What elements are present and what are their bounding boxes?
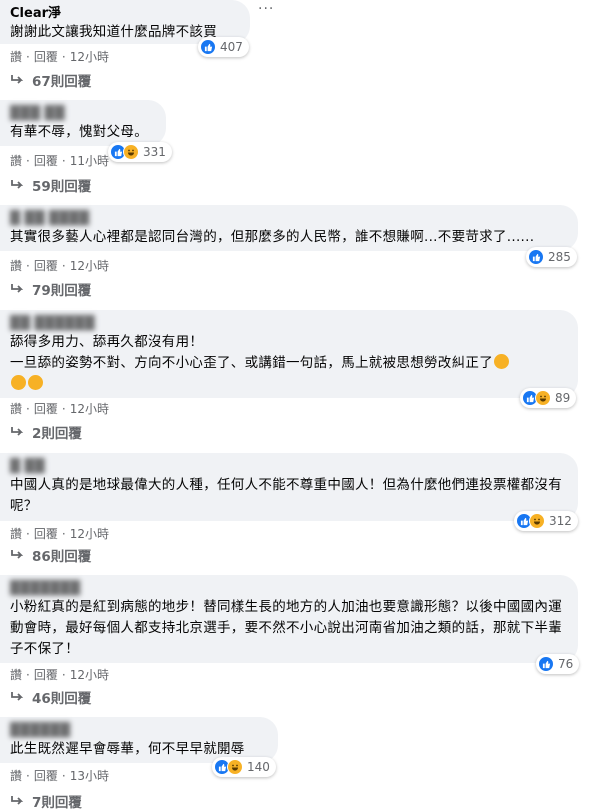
comment-text: 中國人真的是地球最偉大的人種，任何人不能不尊重中國人！但為什麼他們連投票權都沒有… [10, 477, 562, 514]
replies-count: 7則回覆 [32, 795, 82, 811]
comment-author[interactable]: Clear淨 [10, 6, 238, 22]
replies-count: 2則回覆 [32, 426, 82, 442]
replies-count: 86則回覆 [32, 549, 92, 565]
timestamp[interactable]: 12小時 [70, 668, 109, 682]
view-replies-button[interactable]: 86則回覆 [10, 545, 91, 565]
like-icon [528, 249, 544, 265]
comment-author[interactable]: ███████ [10, 581, 566, 597]
reaction-count: 140 [247, 760, 270, 774]
reply-button[interactable]: 回覆 [34, 402, 58, 416]
timestamp[interactable]: 12小時 [70, 259, 109, 273]
timestamp[interactable]: 11小時 [70, 154, 109, 168]
reaction-count: 331 [143, 145, 166, 159]
laugh-emoji-icon [28, 375, 43, 390]
view-replies-button[interactable]: 46則回覆 [10, 687, 91, 707]
like-button[interactable]: 讚 [10, 402, 22, 416]
like-icon [200, 39, 216, 55]
comment-actions: 讚 · 回覆 · 12小時 [10, 50, 109, 64]
reaction-summary[interactable]: 140 [212, 757, 276, 777]
reaction-summary[interactable]: 285 [526, 247, 577, 267]
comment-text: 小粉紅真的是紅到病態的地步！替同樣生長的地方的人加油也要意識形態？以後中國國內運… [10, 599, 562, 657]
replies-count: 79則回覆 [32, 283, 92, 299]
reply-arrow-icon [10, 74, 24, 86]
reaction-summary[interactable]: 331 [108, 142, 172, 162]
view-replies-button[interactable]: 7則回覆 [10, 791, 82, 811]
replies-count: 59則回覆 [32, 179, 92, 195]
replies-count: 67則回覆 [32, 74, 92, 90]
laugh-emoji-icon [11, 375, 26, 390]
reaction-count: 407 [220, 40, 243, 54]
like-button[interactable]: 讚 [10, 769, 22, 783]
comment-author[interactable]: ██████ [10, 723, 266, 739]
reaction-summary[interactable]: 407 [198, 37, 249, 57]
reply-button[interactable]: 回覆 [34, 154, 58, 168]
reaction-count: 312 [549, 514, 572, 528]
more-options-icon[interactable]: ··· [258, 2, 274, 16]
reaction-count: 89 [555, 391, 571, 405]
comment-author[interactable]: ██ ██████ [10, 316, 566, 332]
comment-text: 舔得多用力、舔再久都沒有用！ 一旦舔的姿勢不對、方向不小心歪了、或講錯一句話，馬上… [10, 332, 566, 395]
reaction-summary[interactable]: 312 [514, 511, 578, 531]
reply-button[interactable]: 回覆 [34, 668, 58, 682]
grin-emoji-icon [494, 354, 509, 369]
view-replies-button[interactable]: 2則回覆 [10, 422, 82, 442]
replies-count: 46則回覆 [32, 691, 92, 707]
reply-button[interactable]: 回覆 [34, 769, 58, 783]
comment-actions: 讚 · 回覆 · 12小時 [10, 402, 109, 416]
comment-author[interactable]: ███ ██ [10, 106, 154, 122]
view-replies-button[interactable]: 59則回覆 [10, 175, 91, 195]
reaction-count: 285 [548, 250, 571, 264]
like-button[interactable]: 讚 [10, 668, 22, 682]
comment-bubble: ███ ██ 有華不辱，愧對父母。 [0, 100, 166, 146]
comment-actions: 讚 · 回覆 · 12小時 [10, 259, 109, 273]
reply-arrow-icon [10, 426, 24, 438]
comment-bubble: █ ██ ████ 其實很多藝人心裡都是認同台灣的，但那麼多的人民幣，誰不想賺啊… [0, 205, 578, 251]
reply-arrow-icon [10, 795, 24, 807]
timestamp[interactable]: 12小時 [70, 50, 109, 64]
reply-button[interactable]: 回覆 [34, 50, 58, 64]
reply-arrow-icon [10, 179, 24, 191]
like-button[interactable]: 讚 [10, 527, 22, 541]
comment-actions: 讚 · 回覆 · 11小時 [10, 154, 109, 168]
haha-icon [535, 390, 551, 406]
comment-text: 有華不辱，愧對父母。 [10, 124, 148, 140]
reaction-summary[interactable]: 89 [520, 388, 577, 408]
haha-icon [529, 513, 545, 529]
timestamp[interactable]: 12小時 [70, 527, 109, 541]
reply-button[interactable]: 回覆 [34, 527, 58, 541]
like-button[interactable]: 讚 [10, 154, 22, 168]
view-replies-button[interactable]: 67則回覆 [10, 70, 91, 90]
haha-icon [123, 144, 139, 160]
like-button[interactable]: 讚 [10, 50, 22, 64]
reply-arrow-icon [10, 549, 24, 561]
comment-actions: 讚 · 回覆 · 12小時 [10, 527, 109, 541]
comment-author[interactable]: █ ██ ████ [10, 211, 566, 227]
reaction-count: 76 [558, 657, 574, 671]
like-icon [538, 656, 554, 672]
timestamp[interactable]: 13小時 [70, 769, 109, 783]
comment-actions: 讚 · 回覆 · 12小時 [10, 668, 109, 682]
comment-actions: 讚 · 回覆 · 13小時 [10, 769, 109, 783]
haha-icon [227, 759, 243, 775]
timestamp[interactable]: 12小時 [70, 402, 109, 416]
comment-author[interactable]: █ ██ [10, 459, 566, 475]
like-button[interactable]: 讚 [10, 259, 22, 273]
reply-arrow-icon [10, 691, 24, 703]
comment-bubble: ██ ██████ 舔得多用力、舔再久都沒有用！ 一旦舔的姿勢不對、方向不小心歪了… [0, 310, 578, 398]
comment-text: 其實很多藝人心裡都是認同台灣的，但那麼多的人民幣，誰不想賺啊...不要苛求了..… [10, 229, 535, 245]
reaction-summary[interactable]: 76 [536, 654, 580, 674]
reply-arrow-icon [10, 283, 24, 295]
reply-button[interactable]: 回覆 [34, 259, 58, 273]
view-replies-button[interactable]: 79則回覆 [10, 279, 91, 299]
comment-bubble: ███████ 小粉紅真的是紅到病態的地步！替同樣生長的地方的人加油也要意識形態… [0, 575, 578, 663]
comment-bubble: █ ██ 中國人真的是地球最偉大的人種，任何人不能不尊重中國人！但為什麼他們連投… [0, 453, 578, 521]
